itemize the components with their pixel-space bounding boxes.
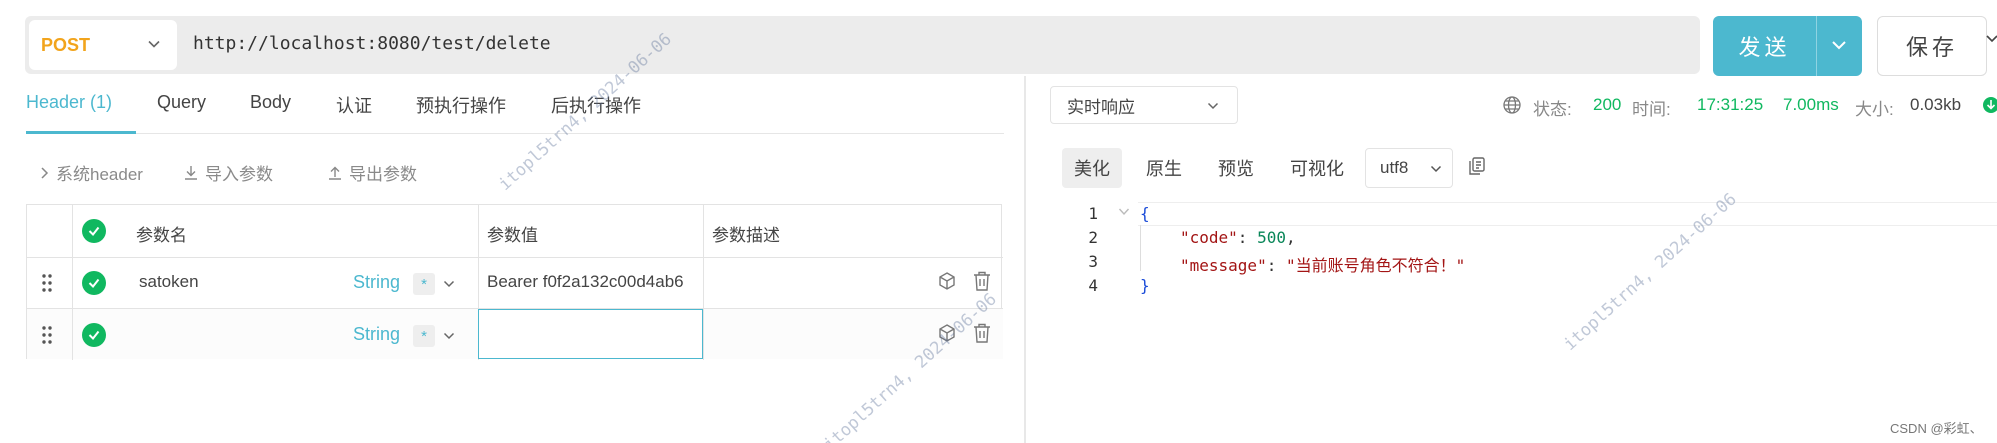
param-type-label: String xyxy=(353,272,401,292)
indent-guide xyxy=(1140,225,1141,271)
upload-icon xyxy=(329,166,341,180)
response-size: 0.03kb xyxy=(1910,95,1962,114)
chevron-down-icon[interactable] xyxy=(443,278,455,290)
drag-handle-icon[interactable] xyxy=(41,325,53,345)
col-divider xyxy=(72,205,73,360)
json-number-value: 500 xyxy=(1257,228,1286,247)
row-enabled-checkbox[interactable] xyxy=(82,323,106,347)
method-select[interactable]: POST xyxy=(29,20,177,70)
response-mode-label: 实时响应 xyxy=(1067,97,1135,117)
param-value-input[interactable] xyxy=(478,309,703,359)
copy-icon[interactable] xyxy=(1468,156,1486,176)
column-header-value: 参数值 xyxy=(487,226,538,245)
response-time: 17:31:25 xyxy=(1697,95,1764,114)
chevron-down-icon xyxy=(148,40,160,48)
import-params-button[interactable]: 导入参数 xyxy=(183,160,273,185)
view-tab-pretty[interactable]: 美化 xyxy=(1062,148,1122,188)
current-line-highlight xyxy=(1138,202,1997,226)
param-name-input[interactable]: satoken xyxy=(139,272,199,292)
request-bar: POST http://localhost:8080/test/delete xyxy=(25,16,1700,74)
import-params-label: 导入参数 xyxy=(205,165,273,184)
column-header-description: 参数描述 xyxy=(712,226,780,245)
footer-credit: CSDN @彩虹、 xyxy=(1890,421,1983,436)
status-code: 200 xyxy=(1593,95,1622,114)
tab-pre-script[interactable]: 预执行操作 xyxy=(416,92,506,118)
tab-query[interactable]: Query xyxy=(157,92,206,113)
encoding-select[interactable]: utf8 xyxy=(1365,148,1453,188)
chevron-down-icon xyxy=(1430,165,1442,173)
line-number: 2 xyxy=(1088,228,1098,247)
system-header-toggle[interactable]: 系统header xyxy=(40,160,143,185)
panel-splitter[interactable] xyxy=(1024,76,1026,443)
view-tab-visualize[interactable]: 可视化 xyxy=(1278,148,1356,188)
save-button[interactable]: 保存 xyxy=(1877,16,1987,76)
fold-chevron-icon[interactable] xyxy=(1118,207,1130,217)
row-divider xyxy=(27,257,1003,258)
tabs-divider xyxy=(26,133,1004,134)
json-open-brace: { xyxy=(1140,204,1150,223)
globe-icon[interactable] xyxy=(1502,95,1522,115)
select-all-checkbox[interactable] xyxy=(82,219,106,243)
download-icon[interactable] xyxy=(1982,96,1997,114)
json-string-value: "当前账号角色不符合！" xyxy=(1285,256,1466,275)
response-duration: 7.00ms xyxy=(1783,95,1839,114)
column-header-name: 参数名 xyxy=(136,226,187,245)
drag-handle-icon[interactable] xyxy=(41,273,53,293)
required-toggle[interactable]: * xyxy=(413,273,435,295)
json-key: "code" xyxy=(1180,228,1238,247)
required-toggle[interactable]: * xyxy=(413,325,435,347)
check-icon xyxy=(88,226,100,237)
response-mode-select[interactable]: 实时响应 xyxy=(1050,86,1238,124)
row-enabled-checkbox[interactable] xyxy=(82,271,106,295)
encoding-label: utf8 xyxy=(1380,158,1409,177)
check-icon xyxy=(88,330,100,341)
trash-icon[interactable] xyxy=(972,270,992,292)
cube-icon[interactable] xyxy=(937,271,957,291)
download-icon xyxy=(185,165,197,180)
send-button-label: 发送 xyxy=(1738,35,1791,60)
time-label: 时间: xyxy=(1632,100,1671,119)
export-params-label: 导出参数 xyxy=(349,165,417,184)
export-params-button[interactable]: 导出参数 xyxy=(327,160,417,185)
status-label: 状态: xyxy=(1533,100,1572,119)
size-label: 大小: xyxy=(1855,100,1894,119)
param-type-label: String xyxy=(353,324,401,344)
chevron-down-icon[interactable] xyxy=(1829,35,1849,55)
url-input[interactable]: http://localhost:8080/test/delete xyxy=(193,33,551,54)
active-tab-indicator xyxy=(26,131,136,134)
chevron-down-icon xyxy=(1207,102,1219,110)
tab-header[interactable]: Header (1) xyxy=(26,92,112,113)
view-tab-raw[interactable]: 原生 xyxy=(1134,148,1194,188)
line-number: 3 xyxy=(1088,252,1098,271)
send-divider xyxy=(1816,16,1817,76)
system-header-label: 系统header xyxy=(56,165,143,184)
tab-auth[interactable]: 认证 xyxy=(336,92,372,118)
check-icon xyxy=(88,278,100,289)
json-line-message: "message": "当前账号角色不符合！" xyxy=(1180,256,1466,275)
params-table: 参数名 参数值 参数描述 satoken String * Bearer f0f… xyxy=(26,204,1003,360)
json-line-code: "code": 500, xyxy=(1180,228,1296,247)
tab-body[interactable]: Body xyxy=(250,92,291,113)
json-key: "message" xyxy=(1180,256,1267,275)
col-divider xyxy=(703,205,704,360)
view-tab-preview[interactable]: 预览 xyxy=(1206,148,1266,188)
json-close-brace: } xyxy=(1140,276,1150,295)
chevron-right-icon xyxy=(41,166,49,179)
method-label: POST xyxy=(41,34,91,55)
line-number: 1 xyxy=(1088,204,1098,223)
chevron-down-icon[interactable] xyxy=(443,330,455,342)
chevron-down-icon[interactable] xyxy=(1986,32,1997,46)
send-button[interactable]: 发送 xyxy=(1713,16,1862,76)
line-number: 4 xyxy=(1088,276,1098,295)
param-value-input[interactable]: Bearer f0f2a132c00d4ab6 xyxy=(487,272,684,292)
